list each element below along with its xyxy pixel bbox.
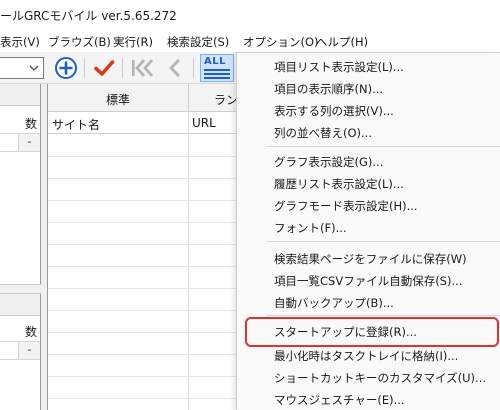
- left-pane: 数 - 数 -: [0, 84, 41, 410]
- menu-item-label: マウスジェスチャー(E)...: [274, 393, 405, 407]
- menu-item-label: グラフモード表示設定(H)...: [274, 199, 418, 213]
- all-button[interactable]: ALL: [200, 54, 234, 82]
- menu-item-label: 項目リスト表示設定(L)...: [274, 60, 404, 74]
- rewind-first-icon: [132, 59, 154, 77]
- site-combo[interactable]: [0, 57, 44, 79]
- menu-item-reorder-columns[interactable]: 列の並べ替え(O)...: [237, 121, 500, 145]
- menu-item-save-results-to-file[interactable]: 検索結果ページをファイルに保存(W): [237, 247, 500, 271]
- column-header-site-name[interactable]: サイト名: [52, 116, 100, 133]
- menu-bar: 表示(V) ブラウズ(B) 実行(R) 検索設定(S) オプション(O) ヘルプ…: [0, 30, 500, 52]
- menu-separator: [267, 241, 500, 242]
- left-pane-header: [0, 84, 40, 106]
- menu-item-label: 自動バックアップ(B)...: [274, 296, 394, 310]
- toolbar-separator: [193, 58, 194, 78]
- menu-item-label: 項目一覧CSVファイル自動保存(S)...: [274, 274, 463, 288]
- menu-item-register-startup[interactable]: スタートアップに登録(R)...: [237, 320, 500, 344]
- menu-search-settings[interactable]: 検索設定(S): [167, 34, 229, 50]
- all-label: ALL: [204, 56, 226, 67]
- check-button[interactable]: [89, 54, 119, 82]
- menu-item-label: フォント(F)...: [274, 221, 347, 235]
- menu-help[interactable]: ヘルプ(H): [316, 34, 368, 50]
- list-item[interactable]: -: [0, 342, 40, 360]
- menu-item-customize-shortcuts[interactable]: ショートカットキーのカスタマイズ(U)...: [237, 366, 500, 390]
- table-row[interactable]: [48, 266, 248, 267]
- all-list-icon: ALL: [204, 56, 230, 79]
- options-dropdown-menu: 項目リスト表示設定(L)... 項目の表示順序(N)... 表示する列の選択(V…: [236, 52, 500, 410]
- group-header-standard[interactable]: 標準: [48, 91, 188, 108]
- menu-item-label: ショートカットキーのカスタマイズ(U)...: [274, 371, 487, 385]
- window-title: ールGRCモバイル ver.5.65.272: [0, 9, 177, 23]
- count-cell: -: [18, 134, 40, 151]
- count-header-label: 数: [24, 117, 37, 131]
- menu-item-display-order[interactable]: 項目の表示順序(N)...: [237, 77, 500, 101]
- menu-item-label: 項目の表示順序(N)...: [274, 82, 384, 96]
- table-row[interactable]: [48, 398, 248, 399]
- previous-icon: [169, 59, 180, 77]
- column-divider: [188, 84, 189, 112]
- list-line: [204, 69, 230, 71]
- left-pane-header: [0, 294, 40, 316]
- list-item[interactable]: -: [0, 134, 40, 152]
- column-header-url[interactable]: URL: [192, 116, 216, 130]
- menu-options[interactable]: オプション(O): [243, 34, 319, 50]
- menu-separator: [267, 315, 500, 316]
- menu-item-auto-backup[interactable]: 自動バックアップ(B)...: [237, 291, 500, 315]
- grid-group-header: 標準 ラン: [48, 84, 248, 112]
- menu-item-label: グラフ表示設定(G)...: [274, 155, 384, 169]
- table-row[interactable]: [48, 310, 248, 311]
- table-row[interactable]: [48, 200, 248, 201]
- menu-item-label: 検索結果ページをファイルに保存(W): [274, 252, 467, 266]
- count-cell: -: [18, 342, 40, 359]
- menu-item-select-columns[interactable]: 表示する列の選択(V)...: [237, 99, 500, 123]
- count-column-header[interactable]: 数: [0, 320, 40, 342]
- menu-run[interactable]: 実行(R): [113, 34, 153, 50]
- toolbar-separator: [84, 58, 85, 78]
- menu-item-list-display-settings[interactable]: 項目リスト表示設定(L)...: [237, 55, 500, 79]
- table-row[interactable]: [48, 222, 248, 223]
- toolbar: ALL: [0, 52, 240, 84]
- menu-item-label: 表示する列の選択(V)...: [274, 104, 394, 118]
- count-column-header[interactable]: 数: [0, 112, 40, 134]
- add-button[interactable]: [51, 54, 81, 82]
- menu-item-graph-mode-settings[interactable]: グラフモード表示設定(H)...: [237, 194, 500, 218]
- table-row[interactable]: [48, 376, 248, 377]
- table-row[interactable]: [48, 288, 248, 289]
- group-header-rank[interactable]: ラン: [214, 91, 238, 108]
- table-row[interactable]: [48, 178, 248, 179]
- table-row[interactable]: [48, 332, 248, 333]
- table-row[interactable]: [48, 156, 248, 157]
- pane-splitter[interactable]: [0, 284, 41, 294]
- chevron-down-icon: [29, 65, 39, 71]
- menu-item-label: スタートアップに登録(R)...: [274, 325, 417, 339]
- menu-item-history-list-settings[interactable]: 履歴リスト表示設定(L)...: [237, 172, 500, 196]
- menu-item-minimize-to-tray[interactable]: 最小化時はタスクトレイに格納(I)...: [237, 344, 500, 368]
- title-bar: ールGRCモバイル ver.5.65.272: [0, 0, 500, 30]
- list-line: [204, 77, 230, 79]
- results-grid: 標準 ラン サイト名 URL: [47, 84, 248, 410]
- checkmark-icon: [94, 60, 115, 76]
- menu-item-label: 最小化時はタスクトレイに格納(I)...: [274, 349, 459, 363]
- menu-view[interactable]: 表示(V): [0, 34, 40, 50]
- table-row[interactable]: [48, 354, 248, 355]
- menu-browse[interactable]: ブラウズ(B): [48, 34, 111, 50]
- grid-column-headers: サイト名 URL: [48, 112, 248, 134]
- toolbar-separator: [122, 58, 123, 78]
- count-header-label: 数: [24, 325, 37, 339]
- list-line: [204, 73, 230, 75]
- previous-button[interactable]: [160, 54, 190, 82]
- menu-item-font[interactable]: フォント(F)...: [237, 216, 500, 240]
- menu-item-label: 履歴リスト表示設定(L)...: [274, 177, 404, 191]
- menu-separator: [267, 146, 500, 147]
- menu-item-mouse-gesture[interactable]: マウスジェスチャー(E)...: [237, 388, 500, 410]
- add-circle-icon: [55, 57, 77, 79]
- menu-item-csv-auto-save[interactable]: 項目一覧CSVファイル自動保存(S)...: [237, 269, 500, 293]
- first-button[interactable]: [127, 54, 157, 82]
- table-row[interactable]: [48, 244, 248, 245]
- menu-item-label: 列の並べ替え(O)...: [274, 126, 372, 140]
- menu-item-graph-display-settings[interactable]: グラフ表示設定(G)...: [237, 150, 500, 174]
